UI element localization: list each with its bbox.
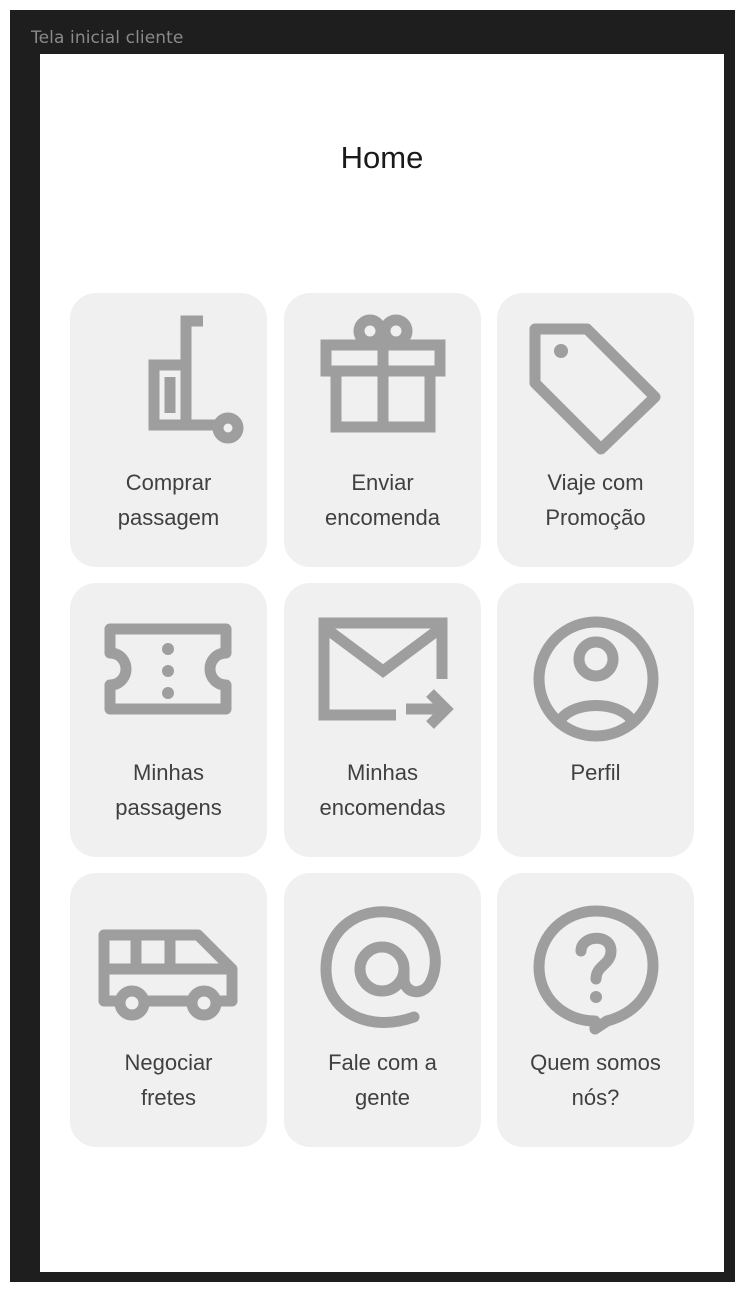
ticket-icon <box>70 583 267 748</box>
mail-forward-icon <box>284 583 481 748</box>
tile-label: Minhas encomendas <box>319 760 446 820</box>
tile-label: Viaje com Promoção <box>545 470 646 530</box>
negociar-fretes-button[interactable]: Negociar fretes <box>70 873 267 1147</box>
luggage-icon <box>70 293 267 458</box>
gift-icon <box>284 293 481 458</box>
tile-label: Negociar fretes <box>124 1050 213 1110</box>
frame-label: Tela inicial cliente <box>31 28 184 48</box>
tile-label: Fale com a gente <box>328 1050 437 1110</box>
tile-label: Comprar passagem <box>117 470 220 530</box>
user-circle-icon <box>497 583 694 748</box>
home-screen: Home Comprar passagem Enviar encomenda V… <box>40 54 724 1272</box>
tile-label: Quem somos nós? <box>530 1050 661 1110</box>
van-icon <box>70 873 267 1038</box>
tile-label: Minhas passagens <box>115 760 222 820</box>
page-title: Home <box>340 140 424 175</box>
at-sign-icon <box>284 873 481 1038</box>
quem-somos-nos-button[interactable]: Quem somos nós? <box>497 873 694 1147</box>
tile-label: Enviar encomenda <box>325 470 440 530</box>
help-bubble-icon <box>497 873 694 1038</box>
tag-icon <box>497 293 694 458</box>
comprar-passagem-button[interactable]: Comprar passagem <box>70 293 267 567</box>
minhas-encomendas-button[interactable]: Minhas encomendas <box>284 583 481 857</box>
viaje-com-promocao-button[interactable]: Viaje com Promoção <box>497 293 694 567</box>
tile-label: Perfil <box>570 760 621 785</box>
enviar-encomenda-button[interactable]: Enviar encomenda <box>284 293 481 567</box>
fale-com-a-gente-button[interactable]: Fale com a gente <box>284 873 481 1147</box>
minhas-passagens-button[interactable]: Minhas passagens <box>70 583 267 857</box>
perfil-button[interactable]: Perfil <box>497 583 694 857</box>
